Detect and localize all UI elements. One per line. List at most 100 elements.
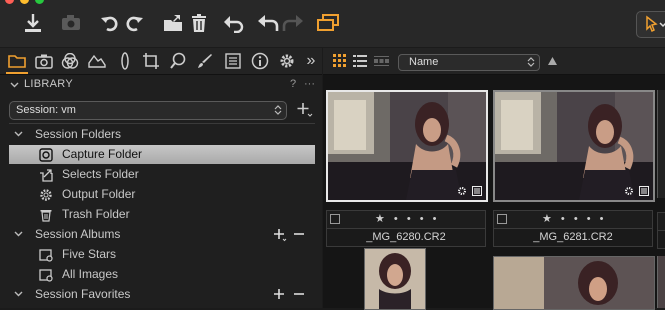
- cursor-tool-icon: [646, 15, 665, 33]
- thumbnail-image-partial[interactable]: [657, 256, 665, 308]
- thumbnail-image[interactable]: [493, 256, 655, 310]
- import-icon[interactable]: [20, 11, 46, 35]
- folder-item-capture[interactable]: Capture Folder: [9, 145, 315, 164]
- thumbnail-cell[interactable]: ★ • • • • _MG_6280.CR2: [326, 90, 488, 250]
- metadata-icon[interactable]: [222, 50, 244, 72]
- add-favorite-icon[interactable]: [273, 288, 287, 302]
- chevron-down-icon: [14, 291, 23, 297]
- folder-item-selects[interactable]: Selects Folder: [0, 165, 322, 184]
- star-rating[interactable]: ★ • • • •: [375, 212, 440, 225]
- metadata-icon[interactable]: [472, 186, 482, 196]
- info-icon[interactable]: [249, 50, 271, 72]
- section-session-albums[interactable]: Session Albums: [0, 225, 322, 244]
- select-checkbox[interactable]: [497, 214, 507, 224]
- plus-icon: [297, 103, 313, 117]
- undo-icon[interactable]: [255, 11, 281, 35]
- rotate-left-icon[interactable]: [97, 11, 123, 35]
- session-select-value: Session: vm: [16, 104, 76, 116]
- capture-icon[interactable]: [33, 50, 55, 72]
- folder-item-trash[interactable]: Trash Folder: [0, 205, 322, 224]
- section-label: Session Folders: [35, 127, 122, 141]
- settings-gear-icon[interactable]: [457, 186, 467, 196]
- cursor-tool-button[interactable]: [636, 11, 665, 38]
- filename-label: _MG_6280.CR2: [326, 228, 486, 247]
- library-title: LIBRARY: [24, 78, 73, 90]
- folder-item-label: Output Folder: [62, 187, 136, 201]
- settings-gear-icon[interactable]: [276, 50, 298, 72]
- browser-toolbar: Name: [323, 48, 665, 75]
- sort-select[interactable]: Name: [398, 54, 540, 71]
- sort-direction-icon[interactable]: [547, 56, 558, 66]
- list-view-icon[interactable]: [353, 54, 367, 68]
- capture-folder-icon: [39, 148, 53, 162]
- minimize-window-button[interactable]: [20, 0, 29, 4]
- folder-item-label: Selects Folder: [62, 167, 139, 181]
- section-session-folders[interactable]: Session Folders: [0, 125, 322, 144]
- focus-icon[interactable]: [167, 50, 189, 72]
- album-item-five-stars[interactable]: Five Stars: [0, 245, 322, 264]
- rating-bar[interactable]: ★ • • • •: [493, 210, 653, 229]
- add-session-item-button[interactable]: [297, 102, 313, 118]
- folder-item-output[interactable]: Output Folder: [0, 185, 322, 204]
- thumbnail-image[interactable]: [493, 90, 655, 202]
- chevron-down-icon: [10, 82, 19, 88]
- album-item-label: Five Stars: [62, 247, 117, 261]
- selects-folder-icon: [40, 169, 53, 182]
- chevron-down-icon: [14, 231, 23, 237]
- session-select[interactable]: Session: vm: [9, 101, 287, 120]
- album-item-all-images[interactable]: All Images: [0, 265, 322, 284]
- color-icon[interactable]: [59, 50, 81, 72]
- portrait-photo: [365, 249, 425, 309]
- stepper-chevrons-icon: [274, 105, 282, 115]
- add-album-icon[interactable]: [273, 228, 287, 242]
- metadata-icon[interactable]: [639, 186, 649, 196]
- camera-icon[interactable]: [58, 11, 84, 35]
- crop-icon[interactable]: [140, 50, 162, 72]
- rating-bar-partial: [657, 212, 665, 231]
- filmstrip-view-icon[interactable]: [374, 54, 389, 68]
- library-folder-icon[interactable]: [6, 50, 28, 72]
- redo-icon[interactable]: [280, 11, 306, 35]
- rating-bar[interactable]: ★ • • • •: [326, 210, 486, 229]
- reset-icon[interactable]: [220, 11, 246, 35]
- help-button[interactable]: ?: [290, 75, 296, 94]
- move-to-folder-icon[interactable]: [160, 11, 186, 35]
- image-browser: Name ★ • • • • _MG_6280.CR2 ★ • • • • _M…: [323, 48, 665, 310]
- active-tab-indicator: [6, 72, 28, 74]
- trash-icon[interactable]: [186, 11, 212, 35]
- settings-gear-icon[interactable]: [624, 186, 634, 196]
- copy-adjustments-icon[interactable]: [315, 11, 341, 35]
- stepper-chevrons-icon: [527, 57, 535, 67]
- zoom-window-button[interactable]: [35, 0, 44, 4]
- library-header[interactable]: LIBRARY ? ···: [0, 75, 322, 94]
- adjustments-brush-icon[interactable]: [194, 50, 216, 72]
- thumbnail-cell-partial[interactable]: [657, 90, 665, 198]
- rotate-right-icon[interactable]: [121, 11, 147, 35]
- section-label: Session Favorites: [35, 287, 131, 301]
- thumbnail-image[interactable]: [364, 248, 426, 310]
- select-checkbox[interactable]: [330, 214, 340, 224]
- divider: [9, 123, 315, 124]
- more-chevrons-icon[interactable]: »: [300, 50, 322, 72]
- tool-tabs-bar: »: [0, 48, 322, 75]
- folder-item-label: Capture Folder: [62, 147, 143, 161]
- portrait-photo: [495, 92, 653, 200]
- folder-item-label: Trash Folder: [62, 207, 130, 221]
- thumbnail-image[interactable]: [326, 90, 488, 202]
- filename-label-partial: [657, 230, 665, 249]
- thumbnail-cell[interactable]: ★ • • • • _MG_6281.CR2: [493, 90, 655, 250]
- star-rating[interactable]: ★ • • • •: [542, 212, 607, 225]
- grid-view-icon[interactable]: [333, 54, 347, 68]
- remove-favorite-icon[interactable]: [293, 288, 305, 300]
- filename-label: _MG_6281.CR2: [493, 228, 653, 247]
- remove-album-icon[interactable]: [293, 228, 305, 240]
- close-window-button[interactable]: [5, 0, 14, 4]
- exposure-icon[interactable]: [86, 50, 108, 72]
- lens-icon[interactable]: [114, 50, 136, 72]
- panel-more-button[interactable]: ···: [304, 75, 315, 94]
- portrait-photo: [328, 92, 486, 200]
- smart-album-icon: [39, 269, 53, 282]
- sort-select-value: Name: [409, 56, 439, 68]
- section-session-favorites[interactable]: Session Favorites: [0, 285, 322, 304]
- album-item-label: All Images: [62, 267, 119, 281]
